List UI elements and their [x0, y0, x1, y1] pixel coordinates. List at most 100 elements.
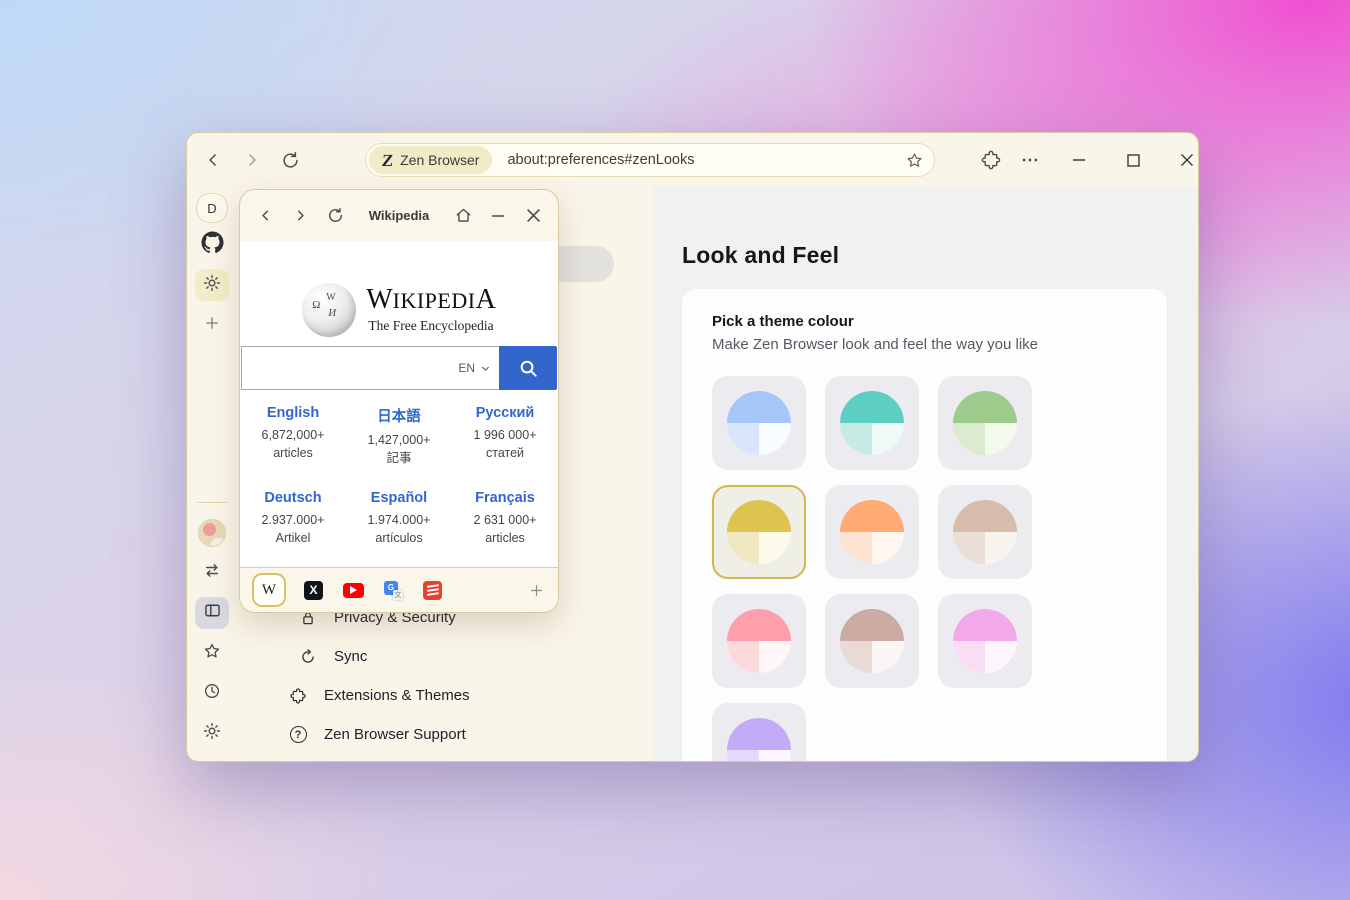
shortcut-youtube-icon[interactable] [343, 583, 364, 598]
theme-colour-lavender[interactable] [712, 703, 806, 761]
close-button[interactable] [1176, 149, 1198, 171]
forward-icon[interactable] [241, 149, 263, 171]
tab-github[interactable] [195, 229, 229, 261]
wikipedia-wordmark: WIKIPEDIA [366, 286, 496, 314]
mini-browser-toolbar: Wikipedia [240, 190, 558, 241]
shortcut-x-twitter-icon[interactable]: X [304, 581, 323, 600]
mini-back-icon[interactable] [255, 206, 275, 226]
desktop-background: Z Zen Browser about:preferences#zenLooks [0, 0, 1350, 900]
language-link[interactable]: Español [346, 490, 452, 506]
settings-nav-item-sync[interactable]: Sync [187, 637, 617, 676]
extensions-puzzle-icon[interactable] [980, 149, 1002, 171]
reload-icon[interactable] [280, 149, 302, 171]
help-icon: ? [288, 725, 308, 745]
mini-forward-icon[interactable] [290, 206, 310, 226]
new-tab-button[interactable] [195, 309, 229, 341]
theme-colour-gold-selected[interactable] [712, 485, 806, 579]
theme-colour-swatch [840, 500, 904, 564]
site-identity-label: Zen Browser [400, 152, 479, 168]
todoist-bar [426, 592, 438, 596]
wikipedia-language-selector[interactable]: EN [458, 347, 491, 389]
github-icon [201, 231, 224, 259]
theme-colour-card: Pick a theme colour Make Zen Browser loo… [682, 289, 1167, 761]
gear-icon [202, 273, 222, 298]
settings-nav: Privacy & SecuritySyncExtensions & Theme… [187, 598, 617, 754]
theme-colour-orange[interactable] [825, 485, 919, 579]
url-bar[interactable]: Z Zen Browser about:preferences#zenLooks [365, 143, 935, 177]
globe-glyph: И [328, 307, 336, 319]
mini-browser-window: Wikipedia ΩWИ WIKIPEDIA The Free Encyclo… [239, 189, 559, 613]
language-link[interactable]: Русский [452, 405, 558, 421]
language-link[interactable]: Deutsch [240, 490, 346, 506]
language-cell: Français2 631 000+articles [452, 490, 558, 547]
wikipedia-logo-block: ΩWИ WIKIPEDIA The Free Encyclopedia [240, 283, 558, 337]
wikipedia-search-bar: EN [241, 346, 557, 390]
language-link[interactable]: 日本語 [346, 405, 452, 426]
wikipedia-language-grid: English 6,872,000+articles日本語 1,427,000+記事… [240, 405, 558, 547]
theme-colour-orchid[interactable] [938, 594, 1032, 688]
menu-dots-icon[interactable] [1019, 149, 1041, 171]
wikipedia-globe-icon: ΩWИ [302, 283, 356, 337]
add-shortcut-button[interactable] [528, 582, 545, 599]
mini-reload-icon[interactable] [325, 206, 345, 226]
shortcut-todoist-icon[interactable] [423, 581, 442, 600]
language-link[interactable]: Français [452, 490, 558, 506]
mini-browser-shortcuts: W X G文 [240, 567, 558, 612]
language-cell: Русский1 996 000+статей [452, 405, 558, 467]
theme-colour-swatch [953, 609, 1017, 673]
todoist-bar [426, 584, 438, 588]
language-article-count: 1,427,000+記事 [346, 431, 452, 467]
chevron-down-icon [480, 363, 491, 374]
back-icon[interactable] [202, 149, 224, 171]
preferences-panel: Look and Feel Pick a theme colour Make Z… [653, 187, 1198, 761]
settings-nav-item-help[interactable]: ?Zen Browser Support [187, 715, 617, 754]
shortcut-wikipedia-icon[interactable]: W [254, 575, 284, 605]
wikipedia-search-button[interactable] [499, 346, 557, 390]
theme-colour-mauve[interactable] [825, 594, 919, 688]
bookmark-star-icon[interactable] [904, 149, 926, 171]
theme-colour-green[interactable] [938, 376, 1032, 470]
translate-white-tile: 文 [393, 590, 403, 600]
globe-glyph: W [326, 292, 335, 303]
site-identity-pill[interactable]: Z Zen Browser [369, 146, 493, 174]
plus-icon [203, 314, 221, 337]
page-title: Look and Feel [682, 242, 839, 269]
minimize-button[interactable] [1068, 149, 1090, 171]
theme-colour-teal[interactable] [825, 376, 919, 470]
theme-colour-swatch [840, 609, 904, 673]
language-cell: English 6,872,000+articles [240, 405, 346, 467]
language-cell: Deutsch 2.937.000+Artikel [240, 490, 346, 547]
mini-minimize-button[interactable] [488, 206, 508, 226]
language-cell: 日本語 1,427,000+記事 [346, 405, 452, 467]
browser-window: Z Zen Browser about:preferences#zenLooks [186, 132, 1199, 762]
theme-colour-tan[interactable] [938, 485, 1032, 579]
maximize-button[interactable] [1122, 149, 1144, 171]
mini-close-button[interactable] [523, 206, 543, 226]
theme-colour-blue[interactable] [712, 376, 806, 470]
profile-button[interactable] [195, 517, 229, 549]
tab-settings-active[interactable] [195, 269, 229, 301]
sync-icon [298, 647, 318, 667]
shortcut-google-translate-icon[interactable]: G文 [384, 581, 403, 600]
workspace-pill[interactable]: D [196, 193, 228, 223]
settings-nav-label: Sync [334, 648, 367, 665]
theme-colour-swatch [727, 500, 791, 564]
theme-colour-salmon[interactable] [712, 594, 806, 688]
wikipedia-tagline: The Free Encyclopedia [366, 318, 496, 334]
theme-card-subheading: Make Zen Browser look and feel the way y… [712, 336, 1137, 353]
rail-divider [197, 502, 227, 503]
language-link[interactable]: English [240, 405, 346, 421]
magnifier-icon [517, 357, 540, 380]
wikipedia-page: ΩWИ WIKIPEDIA The Free Encyclopedia EN [240, 241, 558, 567]
theme-colour-swatch [953, 500, 1017, 564]
language-article-count: 6,872,000+articles [240, 426, 346, 462]
home-icon[interactable] [453, 206, 473, 226]
language-article-count: 2.937.000+Artikel [240, 511, 346, 547]
settings-nav-item-puzzle[interactable]: Extensions & Themes [187, 676, 617, 715]
url-text[interactable]: about:preferences#zenLooks [507, 152, 903, 168]
settings-nav-label: Extensions & Themes [324, 687, 470, 704]
plus-icon [528, 582, 545, 599]
workspace-switch-button[interactable] [195, 557, 229, 589]
theme-colour-swatch [840, 391, 904, 455]
globe-glyph: Ω [312, 299, 320, 311]
